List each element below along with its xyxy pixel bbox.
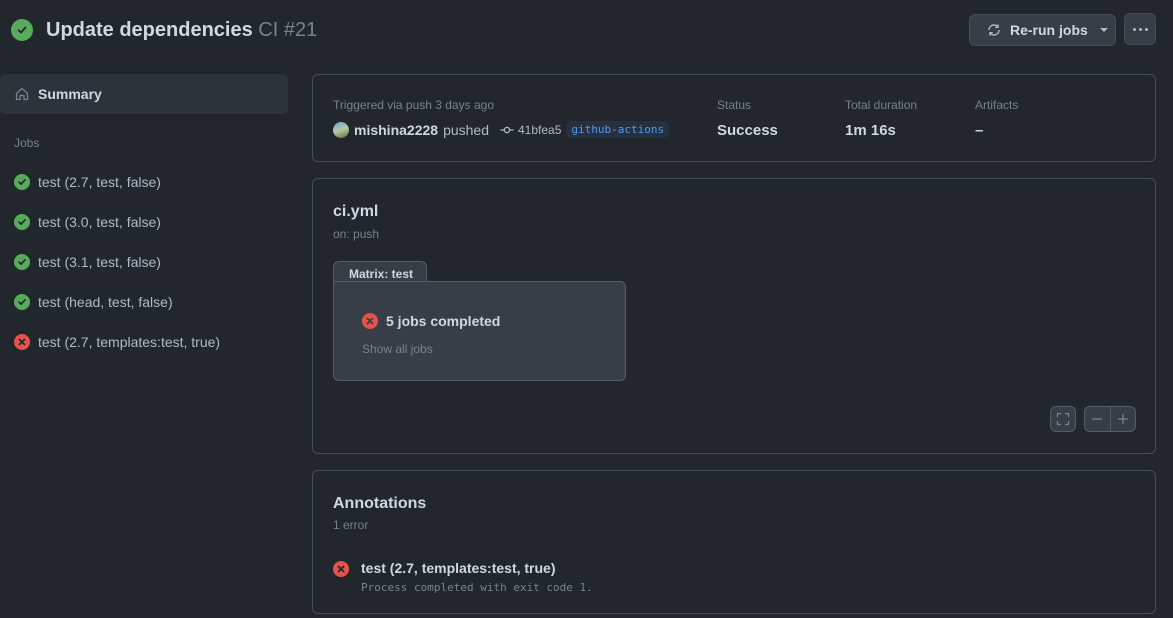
artifacts-block: Artifacts –: [975, 98, 1018, 139]
status-label: Status: [717, 98, 752, 112]
matrix-group[interactable]: 5 jobs completed Show all jobs: [333, 281, 626, 381]
run-header: Update dependencies CI #21 Re-run jobs: [0, 0, 1173, 62]
annotations-title: Annotations: [333, 495, 427, 512]
x-circle-icon: [14, 334, 30, 350]
home-icon: [14, 86, 30, 102]
zoom-out-button[interactable]: [1085, 407, 1110, 431]
zoom-controls: [1084, 406, 1136, 432]
run-number: #21: [283, 19, 318, 41]
status-block: Status Success: [717, 98, 778, 139]
job-label: test (3.0, test, false): [38, 214, 161, 230]
trigger-text: Triggered via push 3 days ago: [333, 98, 494, 112]
artifacts-value: –: [975, 122, 984, 139]
triangle-down-icon: [1099, 28, 1108, 32]
matrix-label: Matrix: test: [333, 261, 427, 283]
workflow-file-name: ci.yml: [333, 203, 379, 220]
commit-sha: 41bfea5: [518, 122, 562, 137]
run-title: Update dependencies: [46, 19, 253, 41]
rerun-jobs-button[interactable]: Re-run jobs: [969, 14, 1116, 46]
job-label: test (2.7, test, false): [38, 174, 161, 190]
sync-icon: [986, 22, 1002, 38]
workflow-trigger: on: push: [333, 227, 380, 241]
matrix-status-text: 5 jobs completed: [386, 313, 501, 329]
annotation-job-link[interactable]: test (2.7, templates:test, true): [361, 560, 593, 576]
jobs-heading: Jobs: [14, 136, 40, 150]
annotation-item: test (2.7, templates:test, true) Process…: [333, 560, 593, 594]
show-all-jobs-link[interactable]: Show all jobs: [362, 342, 433, 356]
sidebar-item-summary[interactable]: Summary: [0, 74, 288, 114]
trigger-details: mishina2228 pushed 41bfea5 github-action…: [333, 121, 670, 138]
workflow-graph-card: ci.yml on: push Matrix: test 5 jobs comp…: [312, 178, 1156, 454]
annotation-message: Process completed with exit code 1.: [361, 581, 593, 594]
zoom-in-button[interactable]: [1111, 407, 1136, 431]
avatar[interactable]: [333, 121, 349, 138]
sidebar-item-job[interactable]: test (head, test, false): [0, 282, 290, 322]
job-list: test (2.7, test, false) test (3.0, test,…: [0, 162, 290, 362]
duration-block: Total duration 1m 16s: [845, 98, 917, 139]
duration-label: Total duration: [845, 98, 918, 112]
commit-link[interactable]: 41bfea5: [500, 123, 561, 137]
branch-link[interactable]: github-actions: [566, 121, 670, 138]
artifacts-label: Artifacts: [975, 98, 1019, 112]
duration-value: 1m 16s: [845, 122, 896, 139]
rerun-jobs-label: Re-run jobs: [1010, 22, 1088, 38]
kebab-horizontal-icon: [1132, 27, 1136, 31]
workflow-name: CI: [258, 19, 279, 41]
actor-link[interactable]: mishina2228: [354, 122, 438, 138]
sidebar-item-job[interactable]: test (3.1, test, false): [0, 242, 290, 282]
sidebar-item-job[interactable]: test (2.7, templates:test, true): [0, 322, 290, 362]
more-options-button[interactable]: [1124, 13, 1156, 45]
sidebar-item-job[interactable]: test (3.0, test, false): [0, 202, 290, 242]
x-circle-icon: [333, 561, 349, 577]
page-title: Update dependencies CI #21: [46, 17, 317, 43]
check-circle-icon: [14, 294, 30, 310]
sidebar-item-job[interactable]: test (2.7, test, false): [0, 162, 290, 202]
git-commit-icon: [500, 125, 514, 135]
run-info-card: Triggered via push 3 days ago mishina222…: [312, 74, 1156, 162]
job-label: test (3.1, test, false): [38, 254, 161, 270]
x-circle-icon: [362, 313, 378, 329]
action-text: pushed: [443, 121, 489, 138]
fullscreen-button[interactable]: [1050, 406, 1076, 432]
annotations-count: 1 error: [333, 518, 369, 532]
dash-icon: [1091, 413, 1103, 425]
annotations-card: Annotations 1 error test (2.7, templates…: [312, 470, 1156, 614]
job-label: test (2.7, templates:test, true): [38, 334, 221, 350]
job-label: test (head, test, false): [38, 294, 173, 310]
matrix-status: 5 jobs completed: [362, 313, 500, 329]
check-circle-icon: [14, 214, 30, 230]
check-circle-icon: [14, 254, 30, 270]
check-circle-icon: [14, 174, 30, 190]
status-value: Success: [717, 122, 778, 139]
sidebar-item-label: Summary: [38, 86, 102, 102]
screen-full-icon: [1056, 412, 1070, 426]
plus-icon: [1117, 413, 1129, 425]
check-circle-icon: [11, 19, 33, 41]
